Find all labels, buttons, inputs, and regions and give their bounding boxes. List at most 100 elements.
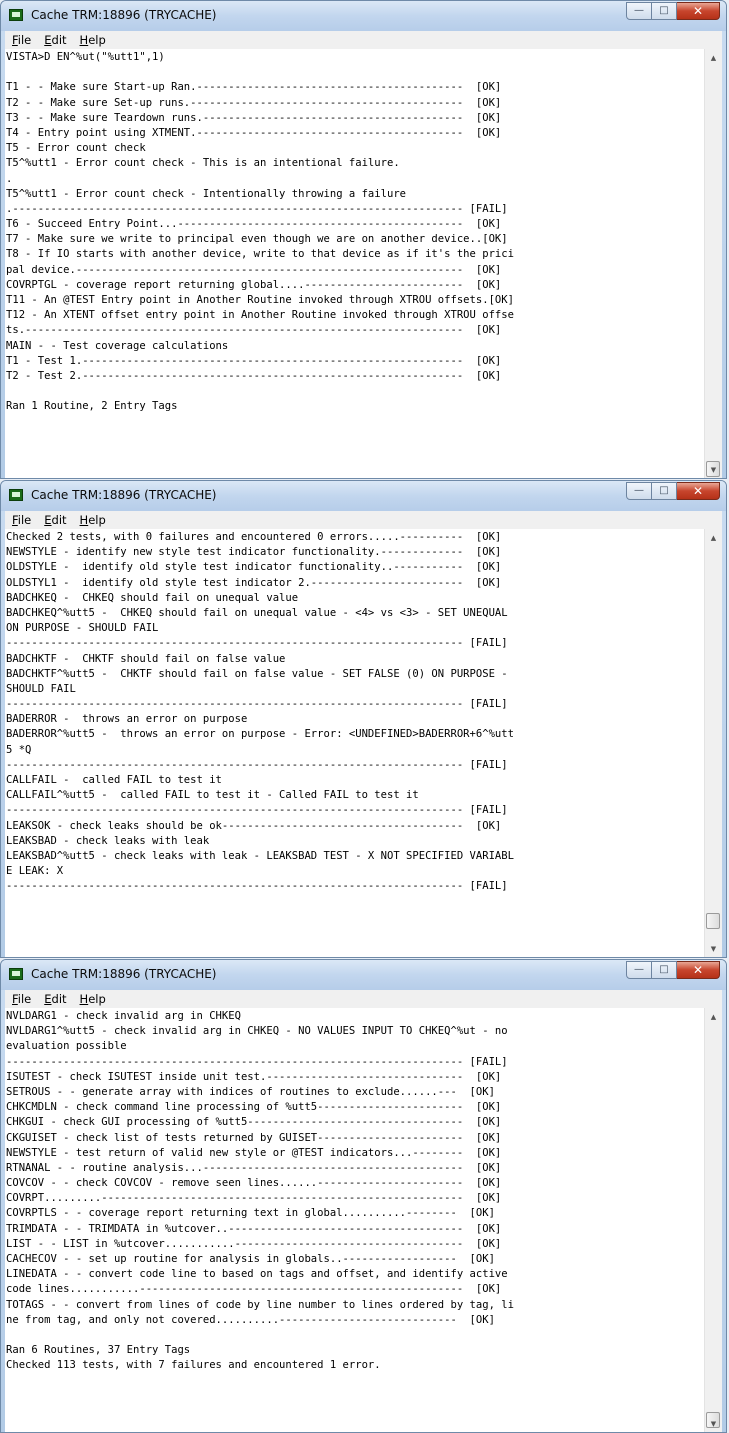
menu-bar: File Edit Help	[5, 990, 722, 1009]
close-button[interactable]: ✕	[677, 2, 720, 20]
scroll-up-arrow-icon[interactable]: ▲	[705, 529, 722, 546]
terminal-line: CKGUISET - check list of tests returned …	[6, 1131, 502, 1144]
terminal-line: CACHECOV - - set up routine for analysis…	[6, 1253, 495, 1265]
menu-file[interactable]: File	[12, 513, 31, 527]
scroll-down-arrow-icon[interactable]: ▼	[705, 940, 722, 957]
terminal-line: T2 - - Make sure Set-up runs.-----------…	[6, 96, 502, 109]
terminal-window-1: Cache TRM:18896 (TRYCACHE) — □ ✕ File Edit Hel…	[0, 0, 727, 479]
terminal-line: T8 - If IO starts with another device, w…	[6, 248, 514, 261]
menu-edit-accel: Edit	[44, 33, 67, 47]
menu-edit[interactable]: Edit	[44, 513, 66, 527]
terminal-line: BADERROR^%utt5 - throws an error on purp…	[6, 728, 514, 741]
terminal-line: T12 - An XTENT offset entry point in Ano…	[6, 309, 514, 322]
close-icon: ✕	[692, 963, 704, 977]
terminal-line: ----------------------------------------…	[6, 880, 508, 893]
menu-file[interactable]: File	[12, 992, 31, 1006]
terminal-line: TRIMDATA - - TRIMDATA in %utcover..-----…	[6, 1222, 502, 1235]
menu-help-accel: Help	[79, 513, 106, 527]
vertical-scrollbar[interactable]: ▲ ▼	[704, 1008, 722, 1432]
scroll-up-arrow-icon[interactable]: ▲	[705, 1008, 722, 1025]
terminal-text: VISTA>D EN^%ut("%utt1",1) T1 - - Make sur…	[6, 50, 704, 478]
close-button[interactable]: ✕	[677, 482, 720, 500]
terminal-line: MAIN - - Test coverage calculations	[6, 339, 229, 352]
terminal-line: COVRPTGL - coverage report returning glo…	[6, 278, 502, 291]
terminal-line: T7 - Make sure we write to principal eve…	[6, 233, 508, 246]
terminal-line: CHKGUI - check GUI processing of %utt5--…	[6, 1116, 502, 1129]
minimize-icon: —	[634, 5, 644, 16]
scroll-down-arrow-icon[interactable]: ▼	[705, 1415, 722, 1432]
terminal-line: OLDSTYL1 - identify old style test indic…	[6, 576, 502, 589]
terminal-line: Ran 6 Routines, 37 Entry Tags	[6, 1344, 191, 1357]
window-controls: — □ ✕	[626, 2, 720, 21]
terminal-line: CHKCMDLN - check command line processing…	[6, 1101, 502, 1114]
minimize-button[interactable]: —	[626, 961, 652, 979]
menu-edit-accel: Edit	[44, 513, 67, 527]
title-bar[interactable]: Cache TRM:18896 (TRYCACHE) — □ ✕	[1, 481, 726, 511]
scroll-up-arrow-icon[interactable]: ▲	[705, 49, 722, 66]
menu-help[interactable]: Help	[80, 513, 106, 527]
terminal-line: T11 - An @TEST Entry point in Another Ro…	[6, 294, 514, 306]
title-bar[interactable]: Cache TRM:18896 (TRYCACHE) — □ ✕	[1, 1, 726, 31]
menu-file-accel: File	[12, 992, 32, 1006]
menu-edit[interactable]: Edit	[44, 33, 66, 47]
close-icon: ✕	[692, 484, 704, 498]
terminal-line: NEWSTYLE - identify new style test indic…	[6, 546, 502, 559]
menu-edit[interactable]: Edit	[44, 992, 66, 1006]
terminal-line: T6 - Succeed Entry Point...-------------…	[6, 218, 502, 231]
minimize-button[interactable]: —	[626, 482, 652, 500]
terminal-line: T5 - Error count check	[6, 142, 146, 155]
menu-file[interactable]: File	[12, 33, 31, 47]
menu-help[interactable]: Help	[80, 33, 106, 47]
menu-edit-accel: Edit	[44, 992, 67, 1006]
terminal-line: SHOULD FAIL	[6, 682, 76, 695]
minimize-icon: —	[634, 964, 644, 975]
close-button[interactable]: ✕	[677, 961, 720, 979]
terminal-line: Checked 113 tests, with 7 failures and e…	[6, 1359, 381, 1372]
menu-file-accel: File	[12, 513, 32, 527]
terminal-line: pal device.-----------------------------…	[6, 263, 502, 276]
terminal-line: ----------------------------------------…	[6, 804, 508, 817]
terminal-line: Ran 1 Routine, 2 Entry Tags	[6, 400, 178, 413]
cache-terminal-icon	[9, 9, 23, 21]
menu-file-accel: File	[12, 33, 32, 47]
terminal-line: T1 - Test 1.----------------------------…	[6, 354, 502, 367]
menu-help[interactable]: Help	[80, 992, 106, 1006]
terminal-line: VISTA>D EN^%ut("%utt1",1)	[6, 51, 165, 63]
terminal-line: T2 - Test 2.----------------------------…	[6, 369, 502, 382]
terminal-line: T1 - - Make sure Start-up Ran.----------…	[6, 81, 502, 94]
terminal-output[interactable]: VISTA>D EN^%ut("%utt1",1) T1 - - Make sur…	[5, 49, 722, 478]
maximize-button[interactable]: □	[652, 482, 677, 500]
terminal-line: BADERROR - throws an error on purpose	[6, 713, 248, 726]
terminal-line: evaluation possible	[6, 1040, 127, 1053]
maximize-icon: □	[659, 5, 669, 16]
minimize-icon: —	[634, 485, 644, 496]
terminal-text: NVLDARG1 - check invalid arg in CHKEQ NVL…	[6, 1009, 704, 1432]
maximize-button[interactable]: □	[652, 2, 677, 20]
terminal-line: BADCHKTF - CHKTF should fail on false va…	[6, 652, 286, 665]
terminal-output[interactable]: Checked 2 tests, with 0 failures and enc…	[5, 529, 722, 957]
terminal-line: ISUTEST - check ISUTEST inside unit test…	[6, 1070, 502, 1083]
terminal-line: E LEAK: X	[6, 865, 64, 878]
minimize-button[interactable]: —	[626, 2, 652, 20]
terminal-text: Checked 2 tests, with 0 failures and enc…	[6, 530, 704, 957]
terminal-line: NVLDARG1 - check invalid arg in CHKEQ	[6, 1010, 241, 1022]
window-title: Cache TRM:18896 (TRYCACHE)	[31, 967, 217, 981]
window-title: Cache TRM:18896 (TRYCACHE)	[31, 8, 217, 22]
terminal-output[interactable]: NVLDARG1 - check invalid arg in CHKEQ NVL…	[5, 1008, 722, 1432]
window-controls: — □ ✕	[626, 961, 720, 980]
title-bar[interactable]: Cache TRM:18896 (TRYCACHE) — □ ✕	[1, 960, 726, 990]
terminal-line: BADCHKTF^%utt5 - CHKTF should fail on fa…	[6, 667, 508, 680]
scroll-thumb[interactable]	[706, 913, 720, 929]
cache-terminal-icon	[9, 968, 23, 980]
scroll-down-arrow-icon[interactable]: ▼	[705, 461, 722, 478]
menu-help-accel: Help	[79, 33, 106, 47]
terminal-line: .---------------------------------------…	[6, 202, 508, 215]
vertical-scrollbar[interactable]: ▲ ▼	[704, 49, 722, 478]
maximize-button[interactable]: □	[652, 961, 677, 979]
menu-bar: File Edit Help	[5, 31, 722, 50]
vertical-scrollbar[interactable]: ▲ ▼	[704, 529, 722, 957]
terminal-line: Checked 2 tests, with 0 failures and enc…	[6, 531, 502, 543]
maximize-icon: □	[659, 485, 669, 496]
terminal-line: CALLFAIL^%utt5 - called FAIL to test it …	[6, 789, 419, 802]
